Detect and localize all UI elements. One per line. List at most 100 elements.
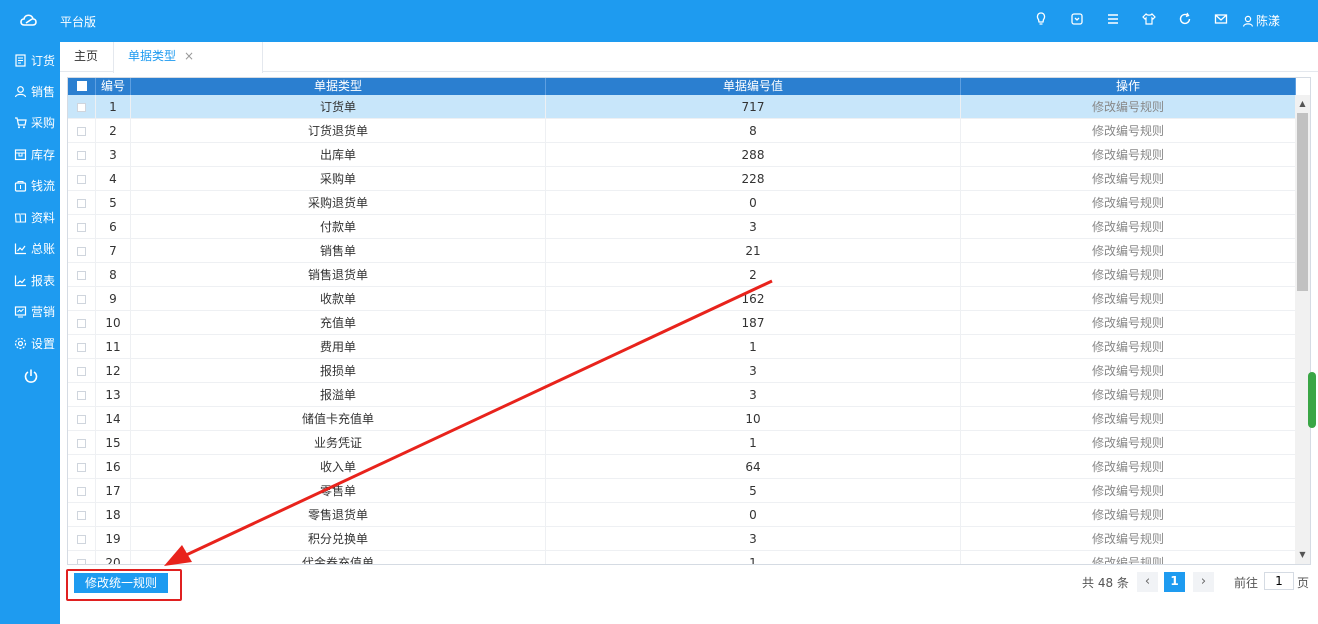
shirt-icon[interactable] [1140, 12, 1158, 30]
sales-icon [14, 85, 27, 97]
modify-numbering-rule-link[interactable]: 修改编号规则 [1092, 148, 1164, 162]
scroll-down-icon[interactable]: ▼ [1295, 548, 1310, 562]
goto-page-input[interactable] [1264, 572, 1294, 590]
sidebar-item-purchase[interactable]: 采购 [14, 112, 55, 132]
table-row[interactable]: 4 采购单 228 修改编号规则 [68, 167, 1296, 191]
table-row[interactable]: 7 销售单 21 修改编号规则 [68, 239, 1296, 263]
modify-numbering-rule-link[interactable]: 修改编号规则 [1092, 484, 1164, 498]
page-scroll-handle[interactable] [1308, 372, 1316, 428]
row-checkbox[interactable] [68, 239, 96, 263]
document-type-table: 编号 单据类型 单据编号值 操作 1 订货单 717 修改编号规则 2 订货退货单 8 修改编… [67, 77, 1311, 565]
table-scrollbar[interactable]: ▲ ▼ [1295, 95, 1310, 564]
modify-numbering-rule-link[interactable]: 修改编号规则 [1092, 268, 1164, 282]
modify-numbering-rule-link[interactable]: 修改编号规则 [1092, 172, 1164, 186]
row-checkbox[interactable] [68, 359, 96, 383]
modify-numbering-rule-link[interactable]: 修改编号规则 [1092, 244, 1164, 258]
modify-numbering-rule-link[interactable]: 修改编号规则 [1092, 460, 1164, 474]
modify-unified-rule-button[interactable]: 修改统一规则 [74, 573, 168, 593]
row-checkbox[interactable] [68, 407, 96, 431]
row-op-cell: 修改编号规则 [961, 263, 1296, 287]
current-page-button[interactable]: 1 [1164, 572, 1185, 592]
row-value: 64 [546, 455, 961, 479]
modify-numbering-rule-link[interactable]: 修改编号规则 [1092, 340, 1164, 354]
table-row[interactable]: 18 零售退货单 0 修改编号规则 [68, 503, 1296, 527]
refresh-icon[interactable] [1176, 12, 1194, 30]
modify-numbering-rule-link[interactable]: 修改编号规则 [1092, 316, 1164, 330]
modify-numbering-rule-link[interactable]: 修改编号规则 [1092, 292, 1164, 306]
sidebar-item-settings[interactable]: 设置 [14, 333, 55, 353]
row-checkbox[interactable] [68, 431, 96, 455]
tab-home[interactable]: 主页 [74, 42, 98, 72]
sidebar-item-stock[interactable]: 库存 [14, 144, 55, 164]
power-icon[interactable] [23, 368, 39, 384]
modify-numbering-rule-link[interactable]: 修改编号规则 [1092, 196, 1164, 210]
scroll-thumb[interactable] [1297, 113, 1308, 291]
row-checkbox[interactable] [68, 215, 96, 239]
modify-numbering-rule-link[interactable]: 修改编号规则 [1092, 508, 1164, 522]
select-all-checkbox[interactable] [68, 78, 96, 95]
next-page-button[interactable]: › [1193, 572, 1214, 592]
sidebar-item-money[interactable]: 钱流 [14, 175, 55, 195]
user-menu[interactable]: 陈漾 [1242, 12, 1280, 29]
sidebar-item-sales[interactable]: 销售 [14, 81, 55, 101]
row-checkbox[interactable] [68, 119, 96, 143]
row-checkbox[interactable] [68, 527, 96, 551]
box-icon[interactable] [1068, 12, 1086, 30]
modify-numbering-rule-link[interactable]: 修改编号规则 [1092, 532, 1164, 546]
lightbulb-icon[interactable] [1032, 12, 1050, 30]
modify-numbering-rule-link[interactable]: 修改编号规则 [1092, 364, 1164, 378]
table-row[interactable]: 12 报损单 3 修改编号规则 [68, 359, 1296, 383]
table-row[interactable]: 20 代金券充值单 1 修改编号规则 [68, 551, 1296, 564]
row-checkbox[interactable] [68, 95, 96, 119]
gear-icon [14, 337, 27, 349]
row-checkbox[interactable] [68, 551, 96, 564]
modify-numbering-rule-link[interactable]: 修改编号规则 [1092, 556, 1164, 564]
prev-page-button[interactable]: ‹ [1137, 572, 1158, 592]
sidebar-item-ledger[interactable]: 总账 [14, 238, 55, 258]
row-checkbox[interactable] [68, 167, 96, 191]
table-row[interactable]: 1 订货单 717 修改编号规则 [68, 95, 1296, 119]
table-row[interactable]: 15 业务凭证 1 修改编号规则 [68, 431, 1296, 455]
table-row[interactable]: 6 付款单 3 修改编号规则 [68, 215, 1296, 239]
close-icon[interactable]: × [184, 49, 194, 63]
table-header: 编号 单据类型 单据编号值 操作 [68, 78, 1296, 95]
modify-numbering-rule-link[interactable]: 修改编号规则 [1092, 388, 1164, 402]
row-checkbox[interactable] [68, 383, 96, 407]
table-row[interactable]: 5 采购退货单 0 修改编号规则 [68, 191, 1296, 215]
table-row[interactable]: 14 储值卡充值单 10 修改编号规则 [68, 407, 1296, 431]
row-checkbox[interactable] [68, 311, 96, 335]
row-checkbox[interactable] [68, 287, 96, 311]
row-checkbox[interactable] [68, 143, 96, 167]
table-row[interactable]: 19 积分兑换单 3 修改编号规则 [68, 527, 1296, 551]
sidebar-item-order[interactable]: 订货 [14, 50, 55, 70]
modify-numbering-rule-link[interactable]: 修改编号规则 [1092, 100, 1164, 114]
mail-icon[interactable] [1212, 12, 1230, 30]
row-checkbox[interactable] [68, 503, 96, 527]
menu-icon[interactable] [1104, 12, 1122, 30]
table-row[interactable]: 16 收入单 64 修改编号规则 [68, 455, 1296, 479]
table-row[interactable]: 17 零售单 5 修改编号规则 [68, 479, 1296, 503]
modify-numbering-rule-link[interactable]: 修改编号规则 [1092, 124, 1164, 138]
row-no: 17 [96, 479, 131, 503]
table-row[interactable]: 3 出库单 288 修改编号规则 [68, 143, 1296, 167]
row-checkbox[interactable] [68, 479, 96, 503]
scroll-up-icon[interactable]: ▲ [1295, 97, 1310, 111]
row-checkbox[interactable] [68, 455, 96, 479]
table-row[interactable]: 9 收款单 162 修改编号规则 [68, 287, 1296, 311]
row-no: 18 [96, 503, 131, 527]
table-row[interactable]: 11 费用单 1 修改编号规则 [68, 335, 1296, 359]
sidebar-item-report[interactable]: 报表 [14, 270, 55, 290]
modify-numbering-rule-link[interactable]: 修改编号规则 [1092, 412, 1164, 426]
modify-numbering-rule-link[interactable]: 修改编号规则 [1092, 436, 1164, 450]
table-row[interactable]: 10 充值单 187 修改编号规则 [68, 311, 1296, 335]
row-checkbox[interactable] [68, 191, 96, 215]
sidebar-item-data[interactable]: 资料 [14, 207, 55, 227]
modify-numbering-rule-link[interactable]: 修改编号规则 [1092, 220, 1164, 234]
table-row[interactable]: 8 销售退货单 2 修改编号规则 [68, 263, 1296, 287]
row-checkbox[interactable] [68, 335, 96, 359]
table-row[interactable]: 2 订货退货单 8 修改编号规则 [68, 119, 1296, 143]
table-row[interactable]: 13 报溢单 3 修改编号规则 [68, 383, 1296, 407]
row-checkbox[interactable] [68, 263, 96, 287]
tab-document-type[interactable]: 单据类型 × [113, 42, 263, 73]
sidebar-item-marketing[interactable]: 营销 [14, 301, 55, 321]
